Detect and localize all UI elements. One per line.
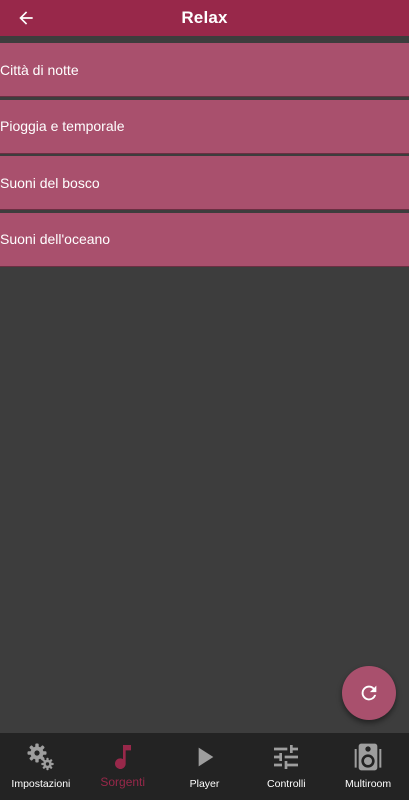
list-item-label: Suoni dell'oceano (0, 231, 111, 247)
gears-icon (25, 741, 57, 773)
nav-label: Multiroom (345, 778, 392, 790)
list-item-pioggia-e-temporale[interactable]: Pioggia e temporale (0, 99, 409, 154)
list-item-citta-di-notte[interactable]: Città di notte (0, 43, 409, 97)
nav-item-impostazioni[interactable]: Impostazioni (0, 733, 82, 800)
list-item-label: Città di notte (0, 61, 79, 78)
arrow-left-icon (19, 11, 33, 25)
nav-label: Player (189, 778, 220, 790)
list-item-suoni-del-bosco[interactable]: Suoni del bosco (0, 156, 409, 210)
list-item-suoni-dell-oceano[interactable]: Suoni dell'oceano (0, 212, 409, 267)
sound-list: Città di notte Pioggia e temporale Suoni… (0, 43, 409, 267)
music-note-icon (107, 741, 139, 773)
nav-label: Sorgenti (100, 775, 146, 789)
back-button[interactable] (14, 6, 38, 30)
list-item-label: Suoni del bosco (0, 174, 100, 191)
nav-item-multiroom[interactable]: Multiroom (327, 733, 409, 800)
bottom-navigation: Impostazioni Sorgenti Player Controlli M… (0, 733, 409, 800)
play-icon (188, 741, 220, 773)
sliders-icon (270, 741, 302, 773)
app-bar: Relax (0, 0, 409, 36)
refresh-button[interactable] (342, 666, 396, 720)
page-title: Relax (181, 8, 228, 27)
nav-item-controlli[interactable]: Controlli (245, 733, 327, 800)
speaker-icon (352, 741, 384, 773)
nav-label: Controlli (267, 778, 306, 790)
refresh-icon (361, 685, 377, 701)
nav-item-sorgenti[interactable]: Sorgenti (82, 733, 164, 800)
list-item-label: Pioggia e temporale (0, 118, 125, 134)
nav-label: Impostazioni (11, 778, 71, 790)
nav-item-player[interactable]: Player (164, 733, 246, 800)
app-screen: Relax Città di notte Pioggia e temporale… (0, 0, 409, 800)
